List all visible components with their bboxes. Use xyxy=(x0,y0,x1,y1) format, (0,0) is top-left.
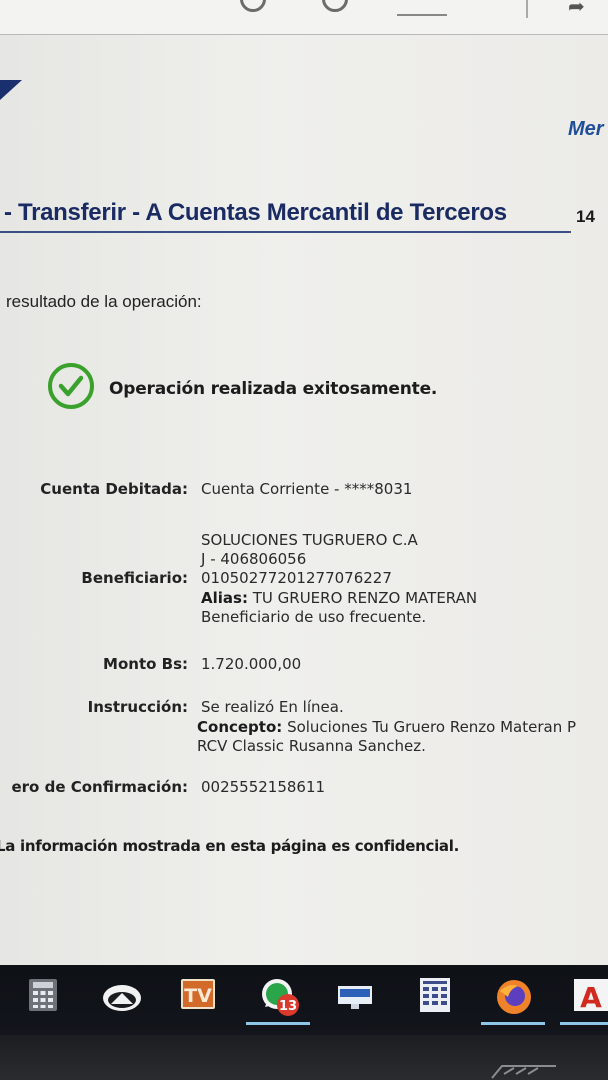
nav-circle-button[interactable] xyxy=(322,0,348,12)
toolbar-underline xyxy=(397,14,447,16)
confirmation-label: ero de Confirmación: xyxy=(11,778,188,796)
beneficiary-alias: Alias: TU GRUERO RENZO MATERAN xyxy=(201,589,477,609)
confirmation-number: 0025552158611 xyxy=(201,778,326,796)
calculator-icon[interactable] xyxy=(25,977,61,1013)
frequent-beneficiary-note: Beneficiario de uso frecuente. xyxy=(201,608,427,626)
debited-account-label: Cuenta Debitada: xyxy=(40,480,188,498)
amount-label: Monto Bs: xyxy=(103,655,188,673)
concept-value: Soluciones Tu Gruero Renzo Materan P xyxy=(287,718,577,736)
bank-logo-corner xyxy=(0,80,22,100)
beneficiary-name: SOLUCIONES TUGRUERO C.A xyxy=(201,531,418,549)
active-app-indicator xyxy=(481,1022,545,1025)
svg-text:TV: TV xyxy=(184,985,212,1007)
alias-label: Alias: xyxy=(201,589,248,607)
acrobat-icon[interactable]: A xyxy=(574,977,608,1013)
active-app-indicator xyxy=(560,1022,608,1025)
firefox-icon[interactable] xyxy=(494,977,534,1017)
nav-circle-button[interactable] xyxy=(240,0,266,12)
result-label: resultado de la operación: xyxy=(6,292,202,311)
toolbar-arrow-icon[interactable]: ➦ xyxy=(568,0,585,19)
whatsapp-icon[interactable]: 13 xyxy=(259,977,303,1019)
spreadsheet-icon[interactable] xyxy=(417,977,453,1013)
success-message: Operación realizada exitosamente. xyxy=(109,379,438,399)
alias-value: TU GRUERO RENZO MATERAN xyxy=(252,589,478,607)
active-app-indicator xyxy=(246,1022,310,1025)
page-title: - Transferir - A Cuentas Mercantil de Te… xyxy=(4,199,507,226)
monitor-brand-logo xyxy=(491,1065,556,1079)
concept-line: Concepto: Soluciones Tu Gruero Renzo Mat… xyxy=(197,718,576,738)
tv-channel-icon[interactable] xyxy=(337,977,373,1013)
instruction-value: Se realizó En línea. xyxy=(201,698,344,716)
beneficiary-account: 01050277201277076227 xyxy=(201,569,392,587)
beneficiary-label: Beneficiario: xyxy=(81,569,188,587)
concept-value-continued: RCV Classic Rusanna Sanchez. xyxy=(197,737,426,755)
check-circle-icon xyxy=(48,363,94,409)
instruction-label: Instrucción: xyxy=(87,698,188,716)
whatsapp-badge-count: 13 xyxy=(279,999,297,1014)
confidential-notice: La información mostrada en esta página e… xyxy=(0,837,459,855)
toolbar-separator xyxy=(526,0,528,18)
concept-label: Concepto: xyxy=(197,718,283,736)
debited-account-value: Cuenta Corriente - ****8031 xyxy=(201,480,413,498)
cloud-icon[interactable] xyxy=(101,977,143,1013)
taskbar: TV 13 A xyxy=(0,965,608,1035)
beneficiary-rif: J - 406806056 xyxy=(201,550,307,568)
svg-text:A: A xyxy=(580,981,602,1013)
browser-toolbar-strip: ➦ xyxy=(0,0,608,35)
tv-app-icon[interactable]: TV xyxy=(180,977,216,1013)
title-divider xyxy=(0,231,571,233)
brand-name: Mer xyxy=(568,118,604,140)
amount-value: 1.720.000,00 xyxy=(201,655,302,673)
browser-screen: ➦ Mer - Transferir - A Cuentas Mercantil… xyxy=(0,0,608,965)
page-date: 14 xyxy=(576,207,595,226)
